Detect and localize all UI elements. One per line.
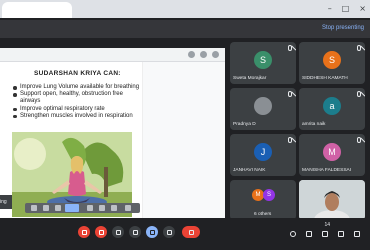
activities-icon[interactable]: [338, 231, 344, 237]
participant-tile[interactable]: a amrita naik: [299, 88, 365, 130]
participant-count: 14: [324, 222, 330, 228]
more-options-icon[interactable]: [163, 226, 175, 238]
participant-avatar: a: [323, 97, 341, 115]
slide-bullet: Support open, healthy, obstruction free …: [12, 91, 140, 105]
participant-tile[interactable]: M MANISHA FALDESSAI: [299, 134, 365, 176]
participant-photo: [254, 97, 272, 115]
minimize-icon[interactable]: –: [328, 4, 332, 13]
participant-name: Sweta Morajkar: [233, 76, 267, 81]
slide-bullet: Improve optimal respiratory rate: [12, 106, 140, 113]
fullscreen-icon[interactable]: [125, 205, 131, 211]
lock-icon[interactable]: [354, 231, 360, 237]
mic-off-icon: [288, 137, 292, 143]
slide-position-indicator[interactable]: [65, 204, 79, 212]
meeting-toolbar: [0, 218, 370, 250]
captions-icon[interactable]: [112, 226, 124, 238]
browser-tab[interactable]: [2, 2, 72, 18]
maximize-icon[interactable]: □: [342, 4, 350, 13]
participant-tile[interactable]: Pradnya D: [230, 88, 296, 130]
participant-name: JANHAVI NAIK: [233, 168, 266, 173]
slide-title: SUDARSHAN KRIYA CAN:: [34, 70, 121, 77]
participant-name: SIDDHESH KAMATH: [302, 76, 348, 81]
end-call-icon[interactable]: [182, 226, 200, 238]
captions-toggle-icon[interactable]: [99, 205, 105, 211]
participant-name: Pradnya D: [233, 122, 256, 127]
slide-bullet: Improve Lung Volume available for breath…: [12, 84, 140, 91]
participant-tile[interactable]: S Sweta Morajkar: [230, 42, 296, 84]
chat-icon[interactable]: [322, 231, 328, 237]
participant-avatar: S: [323, 51, 341, 69]
presentation-toolbar: [0, 48, 225, 62]
people-icon[interactable]: [306, 231, 312, 237]
play-icon[interactable]: [43, 205, 49, 211]
participant-name: MANISHA FALDESSAI: [302, 168, 352, 173]
window-controls: – □ ×: [328, 4, 366, 13]
next-slide-icon[interactable]: [55, 205, 61, 211]
participant-avatar: S: [254, 51, 272, 69]
raise-hand-icon[interactable]: [129, 226, 141, 238]
settings-icon[interactable]: [111, 205, 117, 211]
present-icon[interactable]: [146, 226, 158, 238]
participant-name: amrita naik: [302, 122, 326, 127]
slide-controls[interactable]: [25, 203, 140, 213]
self-video-tile[interactable]: [299, 180, 365, 220]
self-video: [299, 180, 365, 220]
volume-icon[interactable]: [87, 205, 93, 211]
slide-bullet: Strengthen muscles involved in respirati…: [12, 113, 140, 120]
others-count: 6 others: [254, 212, 272, 217]
presenting-banner: [0, 20, 370, 38]
mic-off-icon: [288, 91, 292, 97]
slide: SUDARSHAN KRIYA CAN: Improve Lung Volume…: [0, 62, 142, 218]
participant-avatar: M: [323, 143, 341, 161]
participant-avatar: J: [254, 143, 272, 161]
browser-tab-bar: – □ ×: [0, 0, 370, 18]
mic-off-icon: [357, 91, 361, 97]
zoom-icon[interactable]: [188, 51, 195, 58]
presentation-area: SUDARSHAN KRIYA CAN: Improve Lung Volume…: [0, 48, 225, 218]
fullscreen-icon[interactable]: [212, 51, 219, 58]
stop-presenting-button[interactable]: Stop presenting: [322, 25, 364, 31]
mic-off-icon: [357, 45, 361, 51]
slide-bullets: Improve Lung Volume available for breath…: [12, 84, 140, 120]
info-icon[interactable]: [290, 231, 296, 237]
participant-tile[interactable]: J JANHAVI NAIK: [230, 134, 296, 176]
others-tile[interactable]: M S 6 others: [230, 180, 296, 220]
camera-off-icon[interactable]: [95, 226, 107, 238]
pinned-label: ing: [0, 195, 12, 209]
close-icon[interactable]: ×: [359, 4, 366, 13]
prev-slide-icon[interactable]: [31, 205, 37, 211]
settings-icon[interactable]: [200, 51, 207, 58]
presentation-sidebar: [142, 62, 225, 218]
participant-tile[interactable]: S SIDDHESH KAMATH: [299, 42, 365, 84]
mic-off-icon: [288, 45, 292, 51]
other-avatar: S: [263, 189, 275, 201]
mic-off-icon[interactable]: [78, 226, 90, 238]
mic-off-icon: [357, 137, 361, 143]
